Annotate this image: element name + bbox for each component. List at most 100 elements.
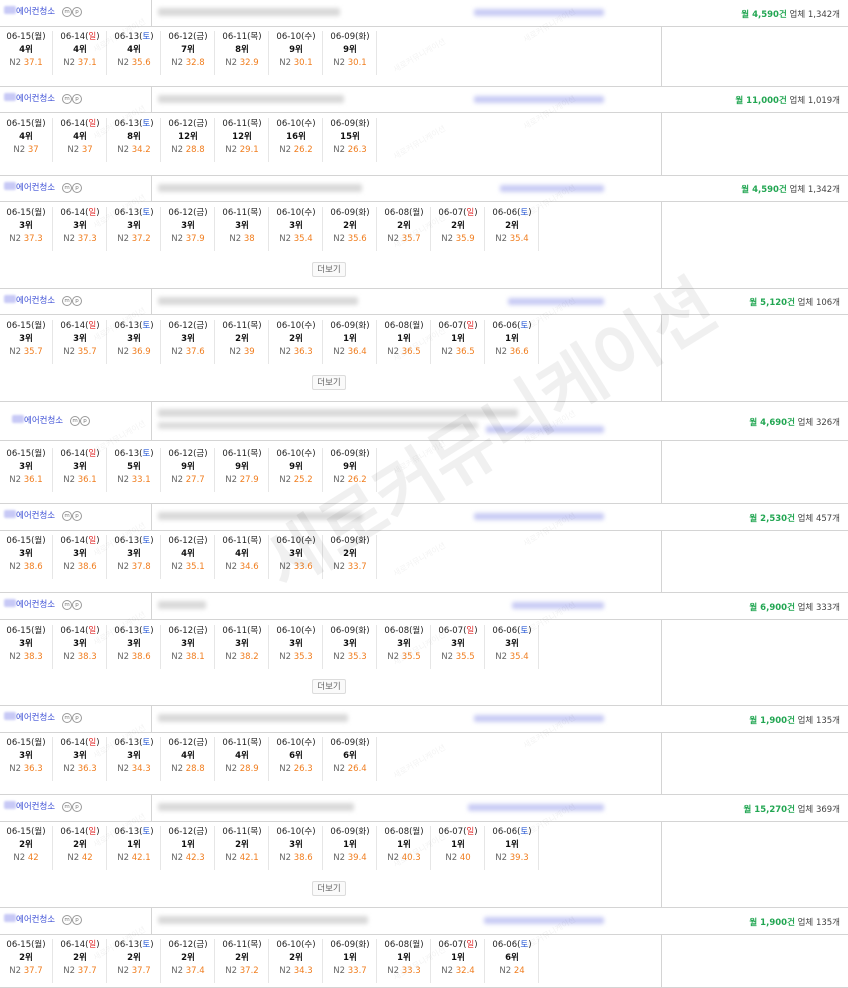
keyword-label[interactable]: 에어컨청소 [16, 294, 55, 306]
rank-date: 06-15(월) [6, 940, 46, 950]
rank-cell: 06-11(목) 2위 N2 42.1 [216, 826, 269, 870]
business-count: 업체 326개 [794, 418, 840, 428]
rank-value: 1위 [181, 840, 195, 850]
keyword-prefix-blur [4, 914, 16, 922]
keyword-label[interactable]: 에어컨청소 [16, 711, 55, 723]
weekday: 일 [88, 32, 97, 42]
rank-cell: 06-09(화) 15위 N2 26.3 [324, 118, 377, 162]
rank-date: 06-11(목) [222, 738, 262, 748]
n2-value: 28.8 [185, 764, 205, 774]
n2-value: 37.2 [131, 234, 151, 244]
n2-score: N2 36.5 [441, 347, 475, 357]
weekday: 금 [196, 321, 205, 331]
rank-date: 06-09(화) [330, 321, 370, 331]
rank-date: 06-08(월) [384, 626, 424, 636]
more-button[interactable]: 더보기 [312, 262, 346, 277]
rank-date: 06-11(목) [222, 449, 262, 459]
n2-value: 37.9 [185, 234, 205, 244]
place-url-blur[interactable] [158, 916, 368, 924]
rank-date: 06-10(수) [276, 738, 316, 748]
weekday: 수 [304, 321, 313, 331]
n2-value: 24 [513, 966, 525, 976]
rank-date: 06-08(월) [384, 827, 424, 837]
n2-score: N2 30.1 [333, 58, 367, 68]
keyword-label[interactable]: 에어컨청소 [24, 414, 63, 426]
pc-tag-icon: p [72, 511, 82, 521]
place-url-blur[interactable] [158, 8, 340, 16]
rank-cell: 06-11(목) 2위 N2 37.2 [216, 939, 269, 983]
rank-date: 06-15(월) [6, 119, 46, 129]
n2-value: 36.1 [77, 475, 97, 485]
weekday: 일 [88, 827, 97, 837]
rank-cell: 06-10(수) 3위 N2 38.6 [270, 826, 323, 870]
more-button[interactable]: 더보기 [312, 679, 346, 694]
n2-score: N2 35.7 [9, 347, 43, 357]
keyword-prefix-blur [4, 510, 16, 518]
rank-date: 06-13(토) [114, 449, 154, 459]
n2-score: N2 34.3 [117, 764, 151, 774]
rank-cell: 06-15(월) 3위 N2 36.1 [0, 448, 53, 492]
business-count: 업체 333개 [794, 603, 840, 613]
keyword-label[interactable]: 에어컨청소 [16, 181, 55, 193]
weekday: 목 [250, 827, 259, 837]
place-url-blur[interactable] [158, 714, 348, 722]
rank-date: 06-10(수) [276, 626, 316, 636]
rank-value: 1위 [505, 840, 519, 850]
keyword-label[interactable]: 에어컨청소 [16, 509, 55, 521]
more-button[interactable]: 더보기 [312, 375, 346, 390]
n2-value: 28.8 [185, 145, 205, 155]
rank-value: 2위 [289, 953, 303, 963]
n2-value: 27.9 [239, 475, 259, 485]
business-count: 업체 135개 [794, 716, 840, 726]
n2-value: 38.6 [77, 562, 97, 572]
watermark-text: 새로커뮤니케이션 [391, 123, 448, 162]
n2-score: N2 37.8 [117, 562, 151, 572]
n2-score: N2 35.9 [441, 234, 475, 244]
rank-date: 06-15(월) [6, 827, 46, 837]
more-button[interactable]: 더보기 [312, 881, 346, 896]
rank-value: 2위 [235, 840, 249, 850]
place-url-blur[interactable] [158, 184, 362, 192]
n2-value: 35.4 [293, 234, 313, 244]
keyword-label[interactable]: 에어컨청소 [16, 913, 55, 925]
place-url-blur[interactable] [158, 803, 354, 811]
place-url-blur[interactable] [158, 601, 206, 609]
rank-cell: 06-12(금) 2위 N2 37.4 [162, 939, 215, 983]
rank-value: 2위 [127, 953, 141, 963]
rank-value: 12위 [178, 132, 198, 142]
n2-score: N2 36.3 [63, 764, 97, 774]
n2-score: N2 35.6 [333, 234, 367, 244]
monthly-search-count: 월 11,000건 [735, 96, 787, 106]
n2-value: 37.6 [185, 347, 205, 357]
n2-value: 37.7 [23, 966, 43, 976]
weekday: 월 [412, 321, 421, 331]
keyword-prefix-blur [4, 712, 16, 720]
rank-value: 1위 [343, 334, 357, 344]
weekday: 월 [412, 827, 421, 837]
place-url-blur[interactable] [158, 297, 358, 305]
n2-score: N2 36.9 [117, 347, 151, 357]
n2-value: 26.4 [347, 764, 367, 774]
rank-cell: 06-12(금) 4위 N2 35.1 [162, 535, 215, 579]
n2-value: 38.6 [23, 562, 43, 572]
keyword-label[interactable]: 에어컨청소 [16, 598, 55, 610]
n2-value: 33.7 [347, 966, 367, 976]
rank-value: 3위 [181, 639, 195, 649]
keyword-label[interactable]: 에어컨청소 [16, 92, 55, 104]
weekday: 일 [88, 738, 97, 748]
monthly-search-count: 월 5,120건 [749, 298, 795, 308]
keyword-block: 에어컨청소 m p 월 4,590건 업체 1,342개 06-15(월) 3위 N2 37… [0, 176, 848, 289]
weekday: 금 [196, 119, 205, 129]
rank-value: 2위 [289, 334, 303, 344]
keyword-block: 에어컨청소 m p 월 1,900건 업체 135개 06-15(월) 3위 N2 36.3… [0, 706, 848, 795]
keyword-label[interactable]: 에어컨청소 [16, 5, 55, 17]
n2-value: 27.7 [185, 475, 205, 485]
keyword-label[interactable]: 에어컨청소 [16, 800, 55, 812]
place-url-blur[interactable] [158, 95, 344, 103]
weekday: 금 [196, 208, 205, 218]
rank-date: 06-09(화) [330, 32, 370, 42]
weekday: 토 [142, 449, 151, 459]
n2-value: 40 [459, 853, 471, 863]
rank-value: 3위 [19, 462, 33, 472]
rank-date: 06-10(수) [276, 321, 316, 331]
